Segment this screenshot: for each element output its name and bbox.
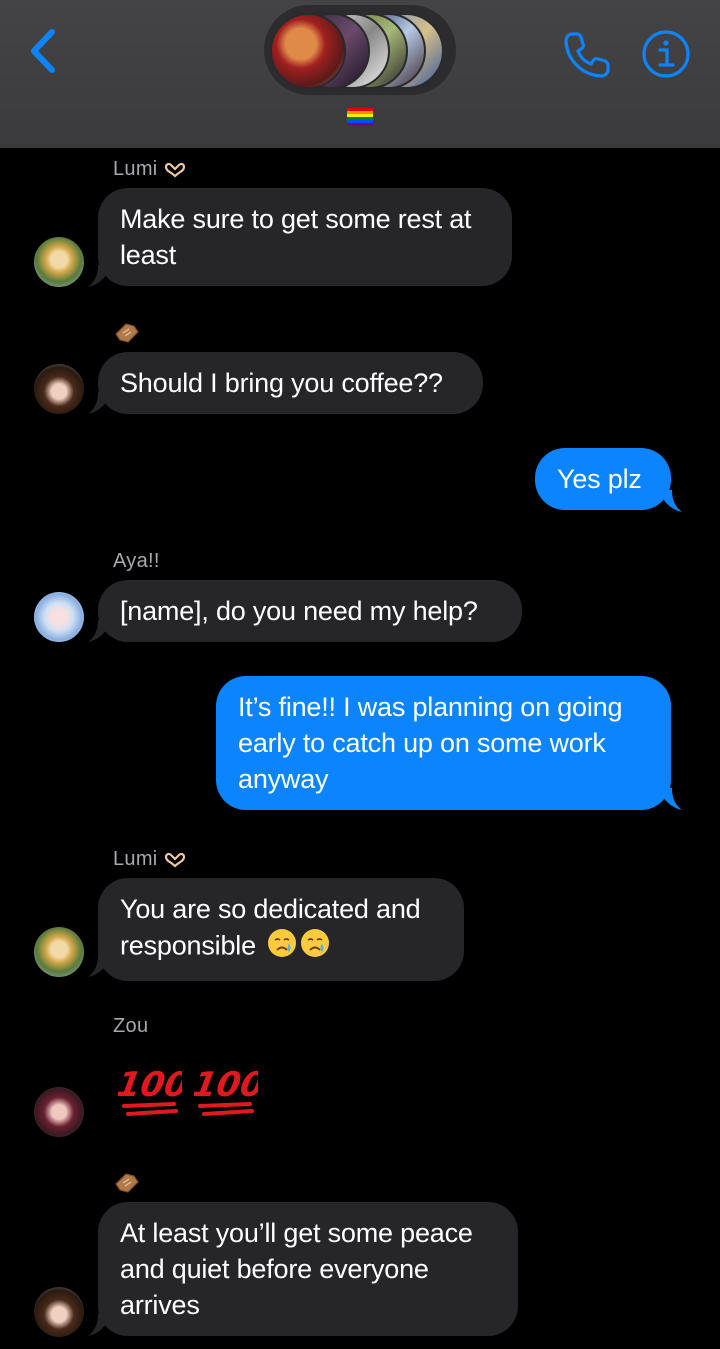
avatar[interactable] [34,927,84,977]
outgoing-message-bubble[interactable]: Yes plz [535,448,671,510]
incoming-message-bubble[interactable]: At least you’ll get some peace and quiet… [98,1202,518,1336]
phone-icon[interactable] [560,28,614,82]
avatar[interactable] [34,364,84,414]
incoming-message-bubble[interactable]: You are so dedicated and responsible [98,878,464,981]
sender-name: Zou [113,1015,149,1037]
group-avatar-stack[interactable] [264,5,456,95]
info-icon[interactable] [640,28,692,80]
avatar[interactable] [34,1287,84,1337]
coffin-icon [115,323,139,343]
bubble-tail [88,265,110,287]
sender-name: Lumi [113,848,186,871]
svg-text:100: 100 [118,1065,182,1105]
group-member-avatar [270,13,346,89]
sender-name: Lumi [113,158,186,181]
avatar[interactable] [34,237,84,287]
crying-face-icon [267,927,331,968]
incoming-message-bubble[interactable]: Make sure to get some rest at least [98,188,512,286]
conversation-header [0,0,720,148]
hundred-points-icon: 100 [118,1065,182,1116]
avatar[interactable] [34,592,84,642]
hundred-points-message[interactable]: 100 100 [118,1058,258,1122]
bubble-tail [88,955,110,977]
coffin-icon [115,1173,139,1193]
avatar[interactable] [34,1087,84,1137]
bubble-tail [660,788,682,810]
bubble-tail [88,620,110,642]
incoming-message-bubble[interactable]: [name], do you need my help? [98,580,522,642]
svg-text:100: 100 [194,1065,258,1105]
bubble-tail [88,392,110,414]
heart-hands-icon [164,162,185,178]
bubble-tail [660,490,682,512]
outgoing-message-bubble[interactable]: It’s fine!! I was planning on going earl… [216,676,671,810]
bubble-tail [88,1314,110,1336]
hundred-points-icon: 100 [194,1065,258,1116]
pride-flag-icon [347,108,373,126]
chevron-left-icon[interactable] [22,26,66,76]
sender-name: Aya!! [113,550,160,572]
incoming-message-bubble[interactable]: Should I bring you coffee?? [98,352,483,414]
heart-hands-icon [164,852,185,868]
